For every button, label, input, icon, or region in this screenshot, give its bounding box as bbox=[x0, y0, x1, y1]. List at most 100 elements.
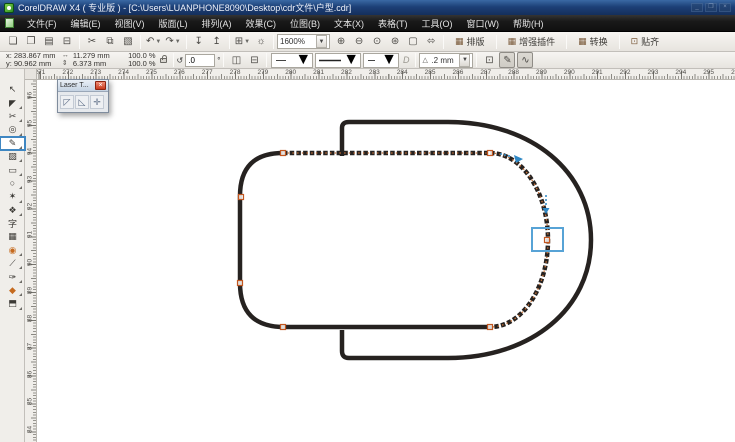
save-button[interactable]: ▤ bbox=[41, 34, 57, 50]
chevron-down-icon[interactable]: ▼ bbox=[244, 39, 250, 45]
line-style-combo[interactable]: ▼ bbox=[315, 53, 361, 68]
lock-ratio-button[interactable] bbox=[158, 54, 170, 67]
welcome-screen-button[interactable]: ☼ bbox=[253, 34, 269, 50]
eyedropper-tool[interactable]: ⟋ bbox=[0, 257, 25, 270]
laser-node-tool[interactable]: ◺ bbox=[75, 95, 89, 109]
scale-v-value[interactable]: 100.0 bbox=[121, 60, 147, 68]
menu-item-7[interactable]: 文本(X) bbox=[327, 15, 371, 32]
undo-button[interactable]: ↶▼ bbox=[145, 34, 162, 50]
basic-shapes-tool[interactable]: ❖ bbox=[0, 204, 25, 217]
chevron-down-icon[interactable]: ▼ bbox=[175, 39, 181, 45]
menu-item-9[interactable]: 工具(O) bbox=[415, 15, 460, 32]
chevron-down-icon[interactable]: ▼ bbox=[295, 51, 311, 69]
menu-item-10[interactable]: 窗口(W) bbox=[460, 15, 507, 32]
ellipse-tool[interactable]: ○ bbox=[0, 177, 25, 190]
menu-item-6[interactable]: 位图(B) bbox=[283, 15, 327, 32]
maximize-button[interactable]: ❐ bbox=[705, 3, 717, 12]
ruler-origin-corner[interactable] bbox=[25, 69, 37, 80]
text-tool[interactable]: 字 bbox=[0, 217, 25, 230]
drawing-canvas[interactable] bbox=[37, 80, 735, 442]
menu-item-11[interactable]: 帮助(H) bbox=[506, 15, 551, 32]
outline-width-combo[interactable]: △ .2 mm ▼ bbox=[419, 53, 473, 68]
snap-button[interactable]: ⊡贴齐 bbox=[625, 33, 666, 50]
outline-pen-tool[interactable]: ✑ bbox=[0, 270, 25, 283]
rotation-input[interactable] bbox=[185, 54, 215, 67]
menu-item-1[interactable]: 编辑(E) bbox=[64, 15, 108, 32]
menu-item-3[interactable]: 版面(L) bbox=[152, 15, 195, 32]
object-height-value[interactable]: 6.373 mm bbox=[73, 60, 117, 68]
redo-button[interactable]: ↷▼ bbox=[164, 34, 181, 50]
application-launcher-button[interactable]: ⊞▼ bbox=[234, 34, 251, 50]
pick-tool[interactable]: ↖ bbox=[0, 83, 25, 96]
zoom-tool[interactable]: ◎ bbox=[0, 123, 25, 136]
rectangle-tool[interactable]: ▭ bbox=[0, 163, 25, 176]
laser-node-tool-icon: ◺ bbox=[79, 97, 86, 108]
curve-node-0[interactable] bbox=[281, 151, 286, 156]
zoom-out-button[interactable]: ⊖ bbox=[351, 34, 367, 50]
blend-tool[interactable]: ◉ bbox=[0, 244, 25, 257]
outer-shape[interactable] bbox=[342, 122, 591, 358]
laser-toolbar-titlebar[interactable]: Laser T... × bbox=[58, 80, 108, 92]
curve-node-1[interactable] bbox=[239, 195, 244, 200]
chevron-down-icon[interactable]: ▼ bbox=[155, 39, 161, 45]
bezier-preview-toggle[interactable]: ∿ bbox=[517, 52, 533, 68]
cut-button[interactable]: ✂ bbox=[84, 34, 100, 50]
laser-toolbar-close-button[interactable]: × bbox=[95, 81, 106, 90]
inner-shape-left-bottom[interactable] bbox=[240, 153, 490, 327]
new-button[interactable]: ❏ bbox=[5, 34, 21, 50]
zoom-selected-button[interactable]: ⊙ bbox=[369, 34, 385, 50]
zoom-level-combo[interactable]: 1600% ▼ bbox=[277, 34, 330, 49]
chevron-down-icon[interactable]: ▼ bbox=[381, 51, 397, 69]
menu-item-4[interactable]: 排列(A) bbox=[195, 15, 239, 32]
horizontal-ruler[interactable]: 2712722732742752762772782792802812822832… bbox=[37, 69, 735, 80]
curve-node-6[interactable] bbox=[545, 238, 550, 243]
mirror-vertical-button[interactable]: ⊟ bbox=[246, 52, 262, 68]
paste-button[interactable]: ▧ bbox=[120, 34, 136, 50]
curve-node-5[interactable] bbox=[488, 151, 493, 156]
print-button[interactable]: ⊟ bbox=[59, 34, 75, 50]
copy-button[interactable]: ⧉ bbox=[102, 34, 118, 50]
menu-item-8[interactable]: 表格(T) bbox=[371, 15, 415, 32]
enhanced-plugins-button[interactable]: ▦增强插件 bbox=[502, 33, 562, 50]
typeset-button[interactable]: ▦排版 bbox=[449, 33, 491, 50]
open-button[interactable]: ❐ bbox=[23, 34, 39, 50]
curve-node-2[interactable] bbox=[238, 281, 243, 286]
zoom-page-button[interactable]: ▢ bbox=[405, 34, 421, 50]
mirror-horizontal-button[interactable]: ◫ bbox=[228, 52, 244, 68]
crop-tool[interactable]: ✂ bbox=[0, 110, 25, 123]
curve-node-4[interactable] bbox=[488, 325, 493, 330]
shape-tool[interactable]: ◤ bbox=[0, 96, 25, 109]
zoom-all-objects-button[interactable]: ⊛ bbox=[387, 34, 403, 50]
convert-button[interactable]: ▦转换 bbox=[572, 33, 614, 50]
menu-item-5[interactable]: 效果(C) bbox=[239, 15, 284, 32]
smart-fill-tool[interactable]: ▨ bbox=[0, 150, 25, 163]
chevron-down-icon[interactable]: ▼ bbox=[316, 35, 327, 48]
freehand-tool[interactable]: ✎ bbox=[0, 137, 25, 150]
menu-item-2[interactable]: 视图(V) bbox=[108, 15, 152, 32]
chevron-down-icon[interactable]: ▼ bbox=[459, 54, 470, 67]
end-arrowhead-combo[interactable]: ▼ bbox=[363, 53, 399, 68]
vertical-ruler[interactable]: 96959493929190898887868584 bbox=[25, 80, 37, 442]
minimize-button[interactable]: _ bbox=[691, 3, 703, 12]
chevron-down-icon[interactable]: ▼ bbox=[343, 51, 359, 69]
freehand-smoothing-toggle[interactable]: ✎ bbox=[499, 52, 515, 68]
table-tool[interactable]: ▦ bbox=[0, 230, 25, 243]
export-button[interactable]: ↥ bbox=[209, 34, 225, 50]
wrap-text-button[interactable]: ⊡ bbox=[481, 52, 497, 68]
laser-move-tool[interactable]: ✛ bbox=[90, 95, 104, 109]
start-arrowhead-combo[interactable]: ▼ bbox=[271, 53, 313, 68]
inner-shape-arc-selected[interactable] bbox=[490, 153, 548, 327]
laser-toolbar-window[interactable]: Laser T... × ◸ ◺ ✛ bbox=[57, 79, 109, 113]
zoom-page-width-button[interactable]: ⬄ bbox=[423, 34, 439, 50]
close-button[interactable]: × bbox=[719, 3, 731, 12]
zoom-in-button[interactable]: ⊕ bbox=[333, 34, 349, 50]
interactive-fill-tool[interactable]: ⬒ bbox=[0, 297, 25, 310]
polygon-tool[interactable]: ✶ bbox=[0, 190, 25, 203]
menu-item-0[interactable]: 文件(F) bbox=[20, 15, 64, 32]
y-position-value[interactable]: 90.962 mm bbox=[14, 60, 58, 68]
auto-close-curve-button[interactable]: D bbox=[400, 55, 413, 65]
fill-tool[interactable]: ◆ bbox=[0, 284, 25, 297]
laser-curve-tool[interactable]: ◸ bbox=[60, 95, 74, 109]
import-button[interactable]: ↧ bbox=[191, 34, 207, 50]
curve-node-3[interactable] bbox=[281, 325, 286, 330]
